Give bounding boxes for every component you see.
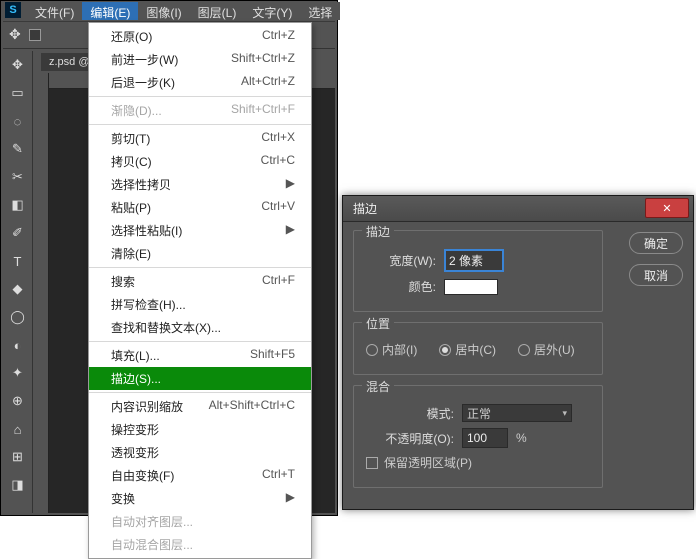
menu-item[interactable]: 搜索Ctrl+F: [89, 270, 311, 293]
ok-button[interactable]: 确定: [629, 232, 683, 254]
menu-item[interactable]: 拼写检查(H)...: [89, 293, 311, 316]
menubar: 文件(F) 编辑(E) 图像(I) 图层(L) 文字(Y) 选择: [27, 2, 340, 20]
menu-item: 自动对齐图层...: [89, 510, 311, 533]
tool-12[interactable]: ⊕: [8, 391, 28, 411]
chevron-down-icon: ▾: [562, 408, 567, 419]
menu-item[interactable]: 清除(E): [89, 242, 311, 265]
dialog-body: 确定 取消 描边 宽度(W): 2 像素 颜色: 位置 内部(I) 居中(C) 居外…: [353, 230, 683, 499]
menu-item[interactable]: 填充(L)...Shift+F5: [89, 344, 311, 367]
menu-item[interactable]: 内容识别缩放Alt+Shift+Ctrl+C: [89, 395, 311, 418]
preserve-checkbox[interactable]: 保留透明区域(P): [366, 454, 590, 471]
menu-item[interactable]: 后退一步(K)Alt+Ctrl+Z: [89, 71, 311, 94]
close-icon[interactable]: ✕: [645, 198, 689, 218]
tool-5[interactable]: ◧: [8, 195, 28, 215]
width-label: 宽度(W):: [366, 252, 436, 269]
menu-item[interactable]: 自由变换(F)Ctrl+T: [89, 464, 311, 487]
tool-14[interactable]: ⊞: [8, 447, 28, 467]
menu-item[interactable]: 透视变形: [89, 441, 311, 464]
preserve-label: 保留透明区域(P): [384, 454, 472, 471]
menu-item[interactable]: 选择性粘贴(I)▶: [89, 219, 311, 242]
tool-6[interactable]: ✐: [8, 223, 28, 243]
opacity-label: 不透明度(O):: [366, 430, 454, 447]
tool-13[interactable]: ⌂: [8, 419, 28, 439]
menu-item[interactable]: 前进一步(W)Shift+Ctrl+Z: [89, 48, 311, 71]
radio-icon: [366, 344, 378, 356]
menu-item[interactable]: 选择性拷贝▶: [89, 173, 311, 196]
radio-label: 居外(U): [534, 341, 575, 358]
menu-image[interactable]: 图像(I): [138, 2, 189, 20]
tool-1[interactable]: ▭: [8, 83, 28, 103]
tool-15[interactable]: ◨: [8, 475, 28, 495]
menu-type[interactable]: 文字(Y): [244, 2, 300, 20]
tool-11[interactable]: ✦: [8, 363, 28, 383]
menu-item[interactable]: 还原(O)Ctrl+Z: [89, 25, 311, 48]
dialog-title: 描边: [353, 200, 377, 217]
blend-fieldset: 混合 模式: 正常 ▾ 不透明度(O): 100 % 保留透明区域(P): [353, 385, 603, 488]
menu-item[interactable]: 变换▶: [89, 487, 311, 510]
tool-10[interactable]: ◐: [8, 335, 28, 355]
opacity-input[interactable]: 100: [462, 428, 508, 448]
edit-menu-dropdown: 还原(O)Ctrl+Z前进一步(W)Shift+Ctrl+Z后退一步(K)Alt…: [88, 22, 312, 559]
tool-2[interactable]: ◌: [8, 111, 28, 131]
menu-item[interactable]: 操控变形: [89, 418, 311, 441]
menu-item: 渐隐(D)...Shift+Ctrl+F: [89, 99, 311, 122]
tool-8[interactable]: ◆: [8, 279, 28, 299]
menu-layer[interactable]: 图层(L): [190, 2, 245, 20]
radio-label: 内部(I): [382, 341, 417, 358]
color-label: 颜色:: [366, 278, 436, 295]
ps-logo: S: [5, 2, 21, 18]
position-radio-0[interactable]: 内部(I): [366, 341, 417, 358]
radio-icon: [518, 344, 530, 356]
radio-label: 居中(C): [455, 341, 496, 358]
menu-edit[interactable]: 编辑(E): [82, 2, 138, 20]
dialog-titlebar[interactable]: 描边 ✕: [343, 196, 693, 222]
position-legend: 位置: [362, 315, 394, 332]
color-swatch[interactable]: [444, 279, 498, 295]
tool-7[interactable]: T: [8, 251, 28, 271]
cancel-button[interactable]: 取消: [629, 264, 683, 286]
menu-item[interactable]: 剪切(T)Ctrl+X: [89, 127, 311, 150]
menu-select[interactable]: 选择: [300, 2, 340, 20]
menu-item[interactable]: 描边(S)...: [89, 367, 311, 390]
tool-9[interactable]: ◯: [8, 307, 28, 327]
menu-item[interactable]: 查找和替换文本(X)...: [89, 316, 311, 339]
menu-item: 自动混合图层...: [89, 533, 311, 556]
menu-file[interactable]: 文件(F): [27, 2, 82, 20]
toolbox: ✥ ▭ ◌ ✎ ✂ ◧ ✐ T ◆ ◯ ◐ ✦ ⊕ ⌂ ⊞ ◨: [3, 51, 33, 513]
menu-item[interactable]: 拷贝(C)Ctrl+C: [89, 150, 311, 173]
radio-icon: [439, 344, 451, 356]
tool-4[interactable]: ✂: [8, 167, 28, 187]
checkbox-icon: [366, 457, 378, 469]
stroke-legend: 描边: [362, 223, 394, 240]
mode-value: 正常: [467, 405, 491, 422]
mode-select[interactable]: 正常 ▾: [462, 404, 572, 422]
mode-label: 模式:: [366, 405, 454, 422]
width-input[interactable]: 2 像素: [444, 249, 504, 272]
stroke-dialog: 描边 ✕ 确定 取消 描边 宽度(W): 2 像素 颜色: 位置 内部(I) 居中…: [342, 195, 694, 510]
blend-legend: 混合: [362, 378, 394, 395]
menu-item[interactable]: 粘贴(P)Ctrl+V: [89, 196, 311, 219]
position-radio-1[interactable]: 居中(C): [439, 341, 496, 358]
position-radio-2[interactable]: 居外(U): [518, 341, 575, 358]
auto-select-check[interactable]: [29, 29, 41, 41]
move-tool-icon: [9, 28, 23, 42]
position-fieldset: 位置 内部(I)居中(C)居外(U): [353, 322, 603, 375]
stroke-fieldset: 描边 宽度(W): 2 像素 颜色:: [353, 230, 603, 312]
ruler-vertical: [33, 73, 49, 513]
tool-3[interactable]: ✎: [8, 139, 28, 159]
tool-0[interactable]: ✥: [8, 55, 28, 75]
opacity-unit: %: [516, 431, 527, 445]
